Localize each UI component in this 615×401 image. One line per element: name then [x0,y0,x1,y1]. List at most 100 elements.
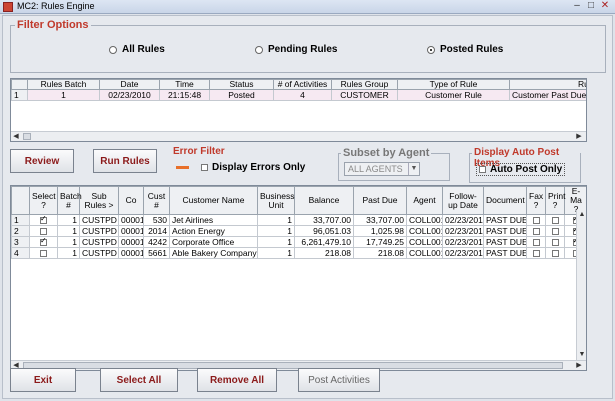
cell-sub-rules: CUSTPD [79,236,119,248]
checkbox-icon [532,217,540,225]
radio-pending-rules[interactable]: Pending Rules [255,44,337,55]
header-corner [11,79,28,90]
col-customer-name[interactable]: Customer Name [169,186,258,215]
col-fax[interactable]: Fax ? [526,186,546,215]
table-row[interactable]: 31CUSTPD000014242Corporate Office16,261,… [11,236,586,248]
rules-grid[interactable]: Rules Batch Date Time Status # of Activi… [10,78,587,142]
error-dash-icon [176,166,189,169]
cell-batch: 1 [57,214,80,226]
cell-past-due: 1,025.98 [353,225,407,237]
table-row[interactable]: 11CUSTPD00001530Jet Airlines133,707.0033… [11,214,586,226]
col-rules-batch[interactable]: Rules Batch [27,79,100,90]
checkbox-checked-icon [40,238,47,247]
table-row[interactable]: 1 1 02/23/2010 21:15:48 Posted 4 CUSTOME… [11,89,586,101]
run-rules-button[interactable]: Run Rules [93,149,157,173]
header-corner [11,186,30,215]
cell-group: CUSTOMER [331,89,398,101]
radio-dot-selected-icon [427,45,435,54]
col-cust[interactable]: Cust # [143,186,170,215]
cell-desc: Customer Past Due R [509,89,586,101]
cell-print[interactable] [545,225,565,237]
cell-fax[interactable] [526,236,546,248]
title-bar: MC2: Rules Engine – □ ✕ [0,0,615,14]
radio-dot-icon [109,45,117,54]
col-rule-desc[interactable]: Rule Des [509,79,586,90]
cell-print[interactable] [545,214,565,226]
checkbox-icon [40,228,47,236]
accounts-grid-vscrollbar[interactable]: ▲ ▼ [576,210,586,360]
filter-options-title: Filter Options [15,19,91,31]
col-balance[interactable]: Balance [294,186,354,215]
cell-co: 00001 [118,225,144,237]
cell-business-unit: 1 [257,236,295,248]
col-rules-group[interactable]: Rules Group [331,79,398,90]
scroll-right-icon[interactable]: ▶ [574,361,584,370]
review-button[interactable]: Review [10,149,74,173]
scroll-right-icon[interactable]: ▶ [574,132,584,141]
col-agent[interactable]: Agent [406,186,443,215]
scroll-down-icon[interactable]: ▼ [577,350,586,360]
cell-past-due: 218.08 [353,247,407,259]
minimize-icon[interactable]: – [571,1,583,12]
cell-co: 00001 [118,236,144,248]
cell-balance: 96,051.03 [294,225,354,237]
col-print[interactable]: Print ? [545,186,565,215]
col-followup-date[interactable]: Follow-up Date [442,186,484,215]
exit-button[interactable]: Exit [10,368,76,392]
table-row[interactable]: 2 1 CUSTPD 00001 2014 Action Energy 1 96,051.03… [11,225,586,237]
subset-by-agent-title: Subset by Agent [341,147,432,159]
rules-grid-hscrollbar[interactable]: ◀ ▶ [11,131,586,141]
cell-document: PAST DUE [483,214,527,226]
cell-document: PAST DUE [483,225,527,237]
rowno: 3 [11,236,30,248]
accounts-grid[interactable]: Select ? Batch # Sub Rules > Co Cust # C… [10,185,587,371]
col-status[interactable]: Status [209,79,274,90]
cell-print[interactable] [545,236,565,248]
col-co[interactable]: Co [118,186,144,215]
cell-cust: 530 [143,214,170,226]
col-date[interactable]: Date [99,79,160,90]
cell-document: PAST DUE [483,247,527,259]
cell-fax[interactable] [526,247,546,259]
col-past-due[interactable]: Past Due [353,186,407,215]
cell-select[interactable] [29,214,58,226]
chevron-down-icon[interactable]: ▼ [408,163,419,175]
close-icon[interactable]: ✕ [599,1,611,12]
col-activities[interactable]: # of Activities [273,79,332,90]
cell-select[interactable] [29,236,58,248]
col-sub-rules[interactable]: Sub Rules > [79,186,119,215]
scroll-left-icon[interactable]: ◀ [11,132,21,141]
cell-select[interactable] [29,247,58,259]
cell-agent: COLL001 [406,214,443,226]
col-batch[interactable]: Batch # [57,186,82,215]
col-document[interactable]: Document [483,186,527,215]
radio-posted-rules[interactable]: Posted Rules [427,44,503,55]
checkbox-icon [479,166,486,173]
col-select[interactable]: Select ? [29,186,58,215]
display-errors-only-checkbox[interactable]: Display Errors Only [201,162,305,173]
cell-print[interactable] [545,247,565,259]
cell-balance: 218.08 [294,247,354,259]
cell-select[interactable] [29,225,58,237]
filter-options-group: Filter Options All Rules Pending Rules P… [10,19,606,73]
col-business-unit[interactable]: Business Unit [257,186,295,215]
col-type-of-rule[interactable]: Type of Rule [397,79,510,90]
select-all-button[interactable]: Select All [100,368,178,392]
cell-batch: 1 [57,247,80,259]
table-row[interactable]: 4 1 CUSTPD 00001 5661 Able Bakery Company 1 218… [11,247,586,259]
agent-select[interactable]: ALL AGENTS ▼ [344,162,420,176]
radio-all-rules[interactable]: All Rules [109,44,165,55]
remove-all-button[interactable]: Remove All [197,368,277,392]
maximize-icon[interactable]: □ [585,1,597,12]
checkbox-icon [551,239,559,247]
auto-post-only-checkbox[interactable]: Auto Post Only [476,163,566,176]
cell-fax[interactable] [526,214,546,226]
scroll-up-icon[interactable]: ▲ [577,210,586,220]
scroll-thumb[interactable] [23,133,31,140]
post-activities-button[interactable]: Post Activities [298,368,380,392]
cell-document: PAST DUE [483,236,527,248]
col-time[interactable]: Time [159,79,210,90]
cell-fax[interactable] [526,225,546,237]
cell-business-unit: 1 [257,225,295,237]
cell-past-due: 17,749.25 [353,236,407,248]
